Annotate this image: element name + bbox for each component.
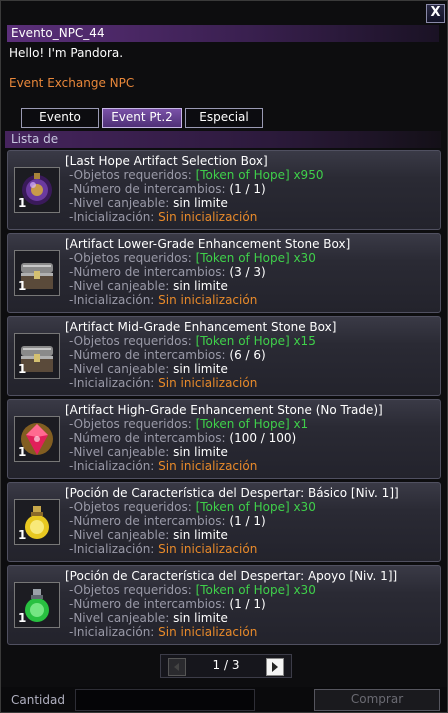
treasure-chest-icon: 1 [14, 250, 60, 296]
exchanges-value: (1 / 1) [229, 182, 266, 196]
npc-greeting: Hello! I'm Pandora. [9, 46, 124, 60]
tab-especial[interactable]: Especial [185, 108, 263, 128]
required-label: -Objetos requeridos: [69, 417, 192, 431]
red-gem-icon: 1 [14, 416, 60, 462]
required-token: [Token of Hope] x950 [195, 168, 324, 182]
next-page-button[interactable] [266, 658, 284, 676]
exchanges-value: (6 / 6) [229, 348, 266, 362]
yellow-potion-icon: 1 [14, 499, 60, 545]
reset-label: -Inicialización: [69, 459, 155, 473]
list-item[interactable]: 1 [Last Hope Artifact Selection Box] -Obje… [7, 150, 441, 230]
exchange-window: X Evento_NPC_44 Hello! I'm Pandora. Even… [0, 0, 448, 713]
required-label: -Objetos requeridos: [69, 168, 192, 182]
reset-label: -Inicialización: [69, 376, 155, 390]
exchanges-value: (100 / 100) [229, 431, 297, 445]
reset-value: Sin inicialización [158, 210, 258, 224]
level-label: -Nivel canjeable: [69, 528, 170, 542]
exchanges-value: (3 / 3) [229, 265, 266, 279]
list-item[interactable]: 1 [Poción de Característica del Despertar… [7, 482, 441, 562]
item-quantity: 1 [18, 445, 27, 459]
item-name: [Last Hope Artifact Selection Box] [65, 154, 268, 168]
required-token: [Token of Hope] x30 [195, 500, 316, 514]
tab-evento[interactable]: Evento [21, 108, 99, 128]
pagination: 1 / 3 [160, 654, 292, 678]
required-token: [Token of Hope] x15 [195, 334, 316, 348]
item-quantity: 1 [18, 528, 27, 542]
arrow-right-icon [272, 662, 278, 672]
item-quantity: 1 [18, 196, 27, 210]
reset-value: Sin inicialización [158, 293, 258, 307]
exchanges-label: -Número de intercambios: [69, 431, 226, 445]
reset-label: -Inicialización: [69, 625, 155, 639]
exchanges-label: -Número de intercambios: [69, 182, 226, 196]
level-value: sin limite [173, 611, 228, 625]
item-quantity: 1 [18, 362, 27, 376]
purple-orb-icon: 1 [14, 167, 60, 213]
level-label: -Nivel canjeable: [69, 279, 170, 293]
level-value: sin limite [173, 445, 228, 459]
item-details: -Objetos requeridos: [Token of Hope] x30… [69, 583, 316, 639]
list-item[interactable]: 1 [Artifact Lower-Grade Enhancement Stone… [7, 233, 441, 313]
exchanges-label: -Número de intercambios: [69, 265, 226, 279]
level-label: -Nivel canjeable: [69, 611, 170, 625]
list-item[interactable]: 1 [Artifact High-Grade Enhancement Stone … [7, 399, 441, 479]
item-quantity: 1 [18, 279, 27, 293]
reset-label: -Inicialización: [69, 210, 155, 224]
level-value: sin limite [173, 279, 228, 293]
reset-value: Sin inicialización [158, 542, 258, 556]
quantity-label: Cantidad [11, 693, 65, 707]
exchanges-value: (1 / 1) [229, 597, 266, 611]
reset-value: Sin inicialización [158, 459, 258, 473]
exchanges-label: -Número de intercambios: [69, 597, 226, 611]
green-potion-icon: 1 [14, 582, 60, 628]
level-label: -Nivel canjeable: [69, 445, 170, 459]
required-label: -Objetos requeridos: [69, 251, 192, 265]
required-token: [Token of Hope] x30 [195, 251, 316, 265]
item-name: [Poción de Característica del Despertar:… [65, 486, 399, 500]
item-name: [Artifact Lower-Grade Enhancement Stone … [65, 237, 351, 251]
item-details: -Objetos requeridos: [Token of Hope] x95… [69, 168, 323, 224]
npc-role: Event Exchange NPC [9, 76, 135, 90]
reset-value: Sin inicialización [158, 376, 258, 390]
required-token: [Token of Hope] x1 [195, 417, 309, 431]
level-value: sin limite [173, 362, 228, 376]
item-name: [Poción de Característica del Despertar:… [65, 569, 398, 583]
npc-title: Evento_NPC_44 [7, 25, 439, 42]
level-value: sin limite [173, 196, 228, 210]
list-item[interactable]: 1 [Poción de Característica del Despertar… [7, 565, 441, 645]
quantity-input[interactable] [75, 689, 255, 711]
item-details: -Objetos requeridos: [Token of Hope] x30… [69, 251, 316, 307]
level-value: sin limite [173, 528, 228, 542]
item-name: [Artifact Mid-Grade Enhancement Stone Bo… [65, 320, 337, 334]
level-label: -Nivel canjeable: [69, 362, 170, 376]
exchanges-label: -Número de intercambios: [69, 348, 226, 362]
list-item[interactable]: 1 [Artifact Mid-Grade Enhancement Stone B… [7, 316, 441, 396]
item-quantity: 1 [18, 611, 27, 625]
reset-label: -Inicialización: [69, 542, 155, 556]
treasure-chest-icon: 1 [14, 333, 60, 379]
required-token: [Token of Hope] x30 [195, 583, 316, 597]
required-label: -Objetos requeridos: [69, 583, 192, 597]
required-label: -Objetos requeridos: [69, 500, 192, 514]
level-label: -Nivel canjeable: [69, 196, 170, 210]
reset-label: -Inicialización: [69, 293, 155, 307]
buy-button[interactable]: Comprar [314, 689, 440, 711]
tab-event-pt2[interactable]: Event Pt.2 [102, 108, 182, 128]
reset-value: Sin inicialización [158, 625, 258, 639]
item-name: [Artifact High-Grade Enhancement Stone (… [65, 403, 383, 417]
list-header: Lista de [5, 131, 441, 148]
exchanges-label: -Número de intercambios: [69, 514, 226, 528]
exchanges-value: (1 / 1) [229, 514, 266, 528]
close-icon[interactable]: X [426, 4, 445, 23]
item-details: -Objetos requeridos: [Token of Hope] x15… [69, 334, 316, 390]
item-details: -Objetos requeridos: [Token of Hope] x1-… [69, 417, 308, 473]
required-label: -Objetos requeridos: [69, 334, 192, 348]
tab-bar: Evento Event Pt.2 Especial [5, 108, 441, 128]
item-details: -Objetos requeridos: [Token of Hope] x30… [69, 500, 316, 556]
